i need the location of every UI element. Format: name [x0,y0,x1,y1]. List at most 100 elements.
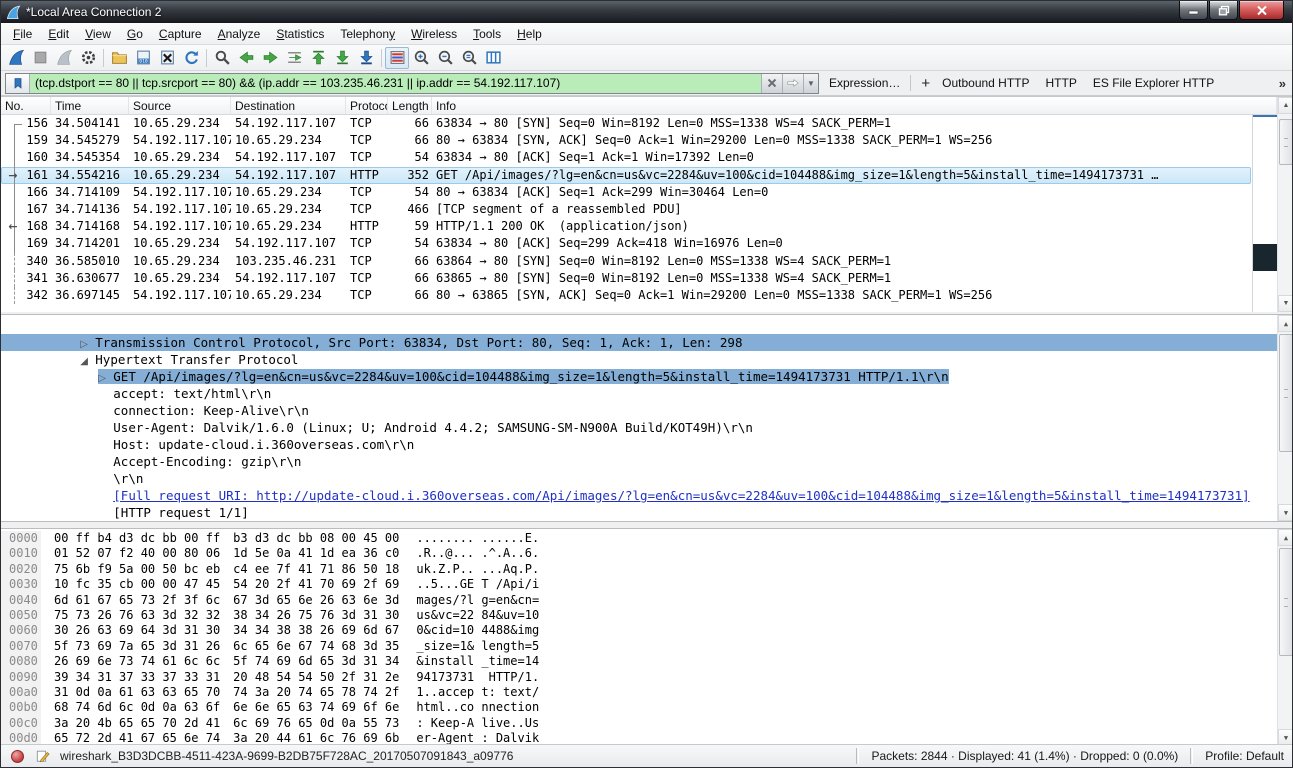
scrollbar-thumb[interactable] [1279,548,1293,656]
scrollbar-thumb[interactable] [1279,334,1293,452]
menu-statistics[interactable]: Statistics [268,24,332,44]
go-to-last-packet-icon[interactable] [330,47,354,69]
packet-row[interactable]: 340 36.585010 10.65.29.234 103.235.46.23… [1,253,1251,270]
packet-row[interactable]: ← 168 34.714168 54.192.117.107 10.65.29.… [1,218,1251,235]
packet-row[interactable]: 166 34.714109 54.192.117.107 10.65.29.23… [1,184,1251,201]
menu-help[interactable]: Help [509,24,550,44]
packet-row[interactable]: 169 34.714201 10.65.29.234 54.192.117.10… [1,235,1251,252]
zoom-out-icon[interactable] [433,47,457,69]
packet-row[interactable]: 159 34.545279 54.192.117.107 10.65.29.23… [1,132,1251,149]
save-file-icon[interactable]: 010 [131,47,155,69]
start-capture-icon[interactable] [4,47,28,69]
menu-telephony[interactable]: Telephony [332,24,403,44]
column-header-protocol[interactable]: Protocol [346,97,388,114]
packet-row[interactable]: → 161 34.554216 10.65.29.234 54.192.117.… [1,167,1251,184]
menu-view[interactable]: View [77,24,119,44]
packet-row[interactable]: 156 34.504141 10.65.29.234 54.192.117.10… [1,115,1251,132]
hex-row[interactable]: 00a031 0d 0a 61 63 63 65 7074 3a 20 74 6… [1,685,1293,700]
hex-row[interactable]: 009039 34 31 37 33 37 33 3120 48 54 54 5… [1,670,1293,685]
zoom-in-icon[interactable] [409,47,433,69]
hex-row[interactable]: 008026 69 6e 73 74 61 6c 6c5f 74 69 6d 6… [1,654,1293,669]
profile-label[interactable]: Profile: Default [1205,749,1284,763]
menu-capture[interactable]: Capture [151,24,210,44]
hex-row[interactable]: 00b068 74 6d 6c 0d 0a 63 6f6e 6e 65 63 7… [1,700,1293,715]
capture-comment-icon[interactable] [36,749,50,763]
filter-history-dropdown-icon[interactable]: ▼ [803,74,818,93]
close-file-icon[interactable] [155,47,179,69]
scroll-up-arrow[interactable]: ▲ [1278,315,1293,332]
scroll-up-arrow[interactable]: ▲ [1278,97,1293,114]
capture-options-icon[interactable] [76,47,100,69]
detail-row[interactable]: ▷Transmission Control Protocol, Src Port… [1,317,1277,334]
hex-bytes-left: 39 34 31 37 33 37 33 31 [54,670,220,684]
scrollbar-thumb[interactable] [1279,119,1293,165]
hex-row[interactable]: 00406d 61 67 65 73 2f 3f 6c67 3d 65 6e 2… [1,593,1293,608]
filter-clear-icon[interactable] [761,74,782,93]
go-back-icon[interactable] [234,47,258,69]
menu-edit[interactable]: Edit [40,24,77,44]
hex-row[interactable]: 006030 26 63 69 64 3d 31 3034 34 38 38 2… [1,623,1293,638]
column-header-time[interactable]: Time [51,97,129,114]
hex-row[interactable]: 005075 73 26 76 63 3d 32 3238 34 26 75 7… [1,608,1293,623]
reload-capture-icon[interactable] [179,47,203,69]
restore-button[interactable] [1209,1,1238,20]
column-header-no[interactable]: No. [1,97,51,114]
hex-row[interactable]: 003010 fc 35 cb 00 00 47 4554 20 2f 41 7… [1,577,1293,592]
filter-shortcut-http[interactable]: HTTP [1046,76,1077,90]
bytes-scrollbar[interactable]: ▲ ▼ [1277,529,1293,746]
hex-offset: 0040 [1,593,41,608]
detail-row[interactable]: [Full request URI: http://update-cloud.i… [1,470,1277,487]
column-header-source[interactable]: Source [129,97,231,114]
menu-analyze[interactable]: Analyze [210,24,269,44]
resize-columns-icon[interactable] [481,47,505,69]
scroll-down-arrow[interactable]: ▼ [1278,504,1293,521]
column-header-length[interactable]: Length [388,97,432,114]
hex-row[interactable]: 001001 52 07 f2 40 00 80 061d 5e 0a 41 1… [1,546,1293,561]
filter-shortcut-es-file-explorer-http[interactable]: ES File Explorer HTTP [1093,76,1214,90]
packet-row[interactable]: 160 34.545354 10.65.29.234 54.192.117.10… [1,149,1251,166]
filter-bookmark-icon[interactable] [6,74,30,93]
filter-shortcut-outbound-http[interactable]: Outbound HTTP [942,76,1029,90]
column-header-destination[interactable]: Destination [231,97,346,114]
go-forward-icon[interactable] [258,47,282,69]
colorize-packets-icon[interactable] [385,47,409,69]
zoom-original-icon[interactable] [457,47,481,69]
column-header-info[interactable]: Info [432,97,1277,114]
expression-button[interactable]: Expression… [829,76,900,90]
packet-row[interactable]: 341 36.630677 10.65.29.234 54.192.117.10… [1,270,1251,287]
details-scrollbar[interactable]: ▲ ▼ [1277,315,1293,521]
find-packet-icon[interactable] [210,47,234,69]
menu-file[interactable]: File [5,24,40,44]
menu-go[interactable]: Go [119,24,151,44]
packet-list-minimap[interactable] [1252,115,1277,312]
display-filter-input[interactable] [30,74,761,93]
hex-row[interactable]: 002075 6b f9 5a 00 50 bc ebc4 ee 7f 41 7… [1,562,1293,577]
packet-list-scrollbar[interactable]: ▲ ▼ [1277,97,1293,312]
scroll-up-arrow[interactable]: ▲ [1278,529,1293,546]
minimize-button[interactable] [1179,1,1208,20]
packet-length: 66 [388,270,432,287]
add-filter-button[interactable]: + [921,75,930,92]
stop-capture-icon[interactable] [28,47,52,69]
menu-tools[interactable]: Tools [465,24,509,44]
window-title: *Local Area Connection 2 [26,5,161,19]
menu-wireless[interactable]: Wireless [403,24,465,44]
open-file-icon[interactable] [107,47,131,69]
packet-row[interactable]: 167 34.714136 54.192.117.107 10.65.29.23… [1,201,1251,218]
packet-length: 66 [388,287,432,304]
detail-text: Host: update-cloud.i.360overseas.com\r\n [113,437,414,452]
hex-row[interactable]: 00c03a 20 4b 65 65 70 2d 416c 69 76 65 0… [1,716,1293,731]
hex-row[interactable]: 000000 ff b4 d3 dc bb 00 ffb3 d3 dc bb 0… [1,531,1293,546]
close-button[interactable] [1239,1,1284,20]
expert-info-icon[interactable] [11,750,24,763]
restart-capture-icon[interactable] [52,47,76,69]
filter-apply-icon[interactable] [782,74,803,93]
go-to-first-packet-icon[interactable] [306,47,330,69]
auto-scroll-icon[interactable] [354,47,378,69]
filter-overflow-chevron[interactable]: » [1279,76,1286,91]
scroll-down-arrow[interactable]: ▼ [1278,295,1293,312]
go-to-packet-icon[interactable] [282,47,306,69]
hex-row[interactable]: 00705f 73 69 7a 65 3d 31 266c 65 6e 67 7… [1,639,1293,654]
packet-row[interactable]: 342 36.697145 54.192.117.107 10.65.29.23… [1,287,1251,304]
packet-protocol: TCP [346,201,388,218]
